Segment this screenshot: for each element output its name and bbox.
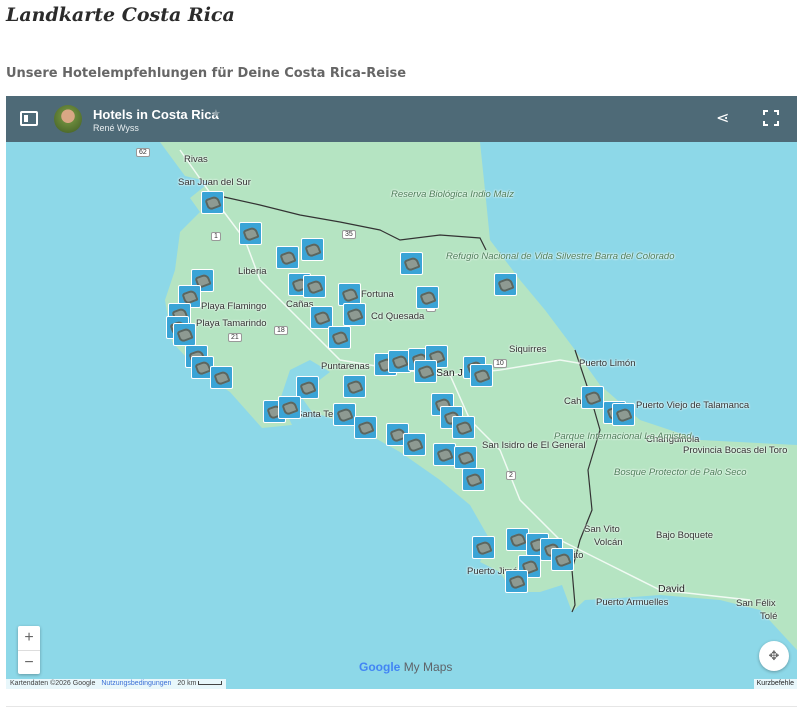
hotel-marker[interactable]: [505, 570, 528, 593]
park-label: Parque Internacional La Amistad: [554, 432, 691, 442]
hotel-marker[interactable]: [551, 548, 574, 571]
hotel-marker[interactable]: [301, 238, 324, 261]
hotel-marker[interactable]: [462, 468, 485, 491]
avatar[interactable]: [54, 105, 82, 133]
my-maps-logo-text: My Maps: [403, 660, 453, 674]
reserve-label: Reserva Biológica Indio Maíz: [391, 190, 514, 200]
park-label: Bosque Protector de Palo Seco: [614, 468, 747, 478]
place-label: Puerto Limón: [579, 358, 636, 369]
star-icon[interactable]: ★: [211, 107, 221, 120]
hotel-marker[interactable]: [452, 416, 475, 439]
hotel-marker[interactable]: [494, 273, 517, 296]
hotel-marker[interactable]: [416, 286, 439, 309]
embedded-map[interactable]: Hotels in Costa Rica ★ René Wyss ⋖ Rivas…: [6, 96, 797, 689]
hotel-marker[interactable]: [414, 360, 437, 383]
hotel-marker[interactable]: [239, 222, 262, 245]
hotel-marker[interactable]: [433, 443, 456, 466]
hotel-marker[interactable]: [210, 366, 233, 389]
hotel-marker[interactable]: [354, 416, 377, 439]
place-label: Cd Quesada: [371, 311, 425, 322]
place-label: San Juan del Sur: [178, 177, 251, 188]
place-label: Playa Flamingo: [201, 301, 267, 312]
map-author[interactable]: René Wyss: [93, 123, 139, 133]
hotel-marker[interactable]: [472, 536, 495, 559]
hotel-marker[interactable]: [454, 446, 477, 469]
scale-label: 20 km: [177, 680, 197, 687]
road-shield: 2: [506, 471, 516, 480]
hotel-marker[interactable]: [328, 326, 351, 349]
section-subtitle: Unsere Hotelempfehlungen für Deine Costa…: [6, 66, 407, 81]
scale-bar: [198, 681, 223, 685]
road-shield: 21: [228, 333, 242, 342]
place-label: Puntarenas: [321, 361, 370, 372]
place-label: San Vito: [584, 524, 620, 535]
zoom-control: + −: [18, 626, 40, 674]
place-label: Puerto Viejo de Talamanca: [636, 400, 750, 411]
google-logo-text: Google: [359, 660, 401, 674]
place-label: Volcán: [594, 537, 623, 548]
place-label: Liberia: [238, 266, 267, 277]
hotel-marker[interactable]: [470, 364, 493, 387]
map-header: Hotels in Costa Rica ★ René Wyss ⋖: [6, 96, 797, 142]
place-label: Provincia Bocas del Toro: [683, 445, 788, 456]
road-shield: 1: [211, 232, 221, 241]
place-label: Fortuna: [361, 289, 394, 300]
hotel-marker[interactable]: [278, 396, 301, 419]
reserve-label: Refugio Nacional de Vida Silvestre Barra…: [446, 251, 675, 262]
zoom-in-button[interactable]: +: [18, 626, 40, 650]
place-label: Bajo Boquete: [656, 530, 714, 541]
recenter-button[interactable]: ✥: [759, 641, 789, 671]
hotel-marker[interactable]: [403, 433, 426, 456]
shortcuts-button[interactable]: Kurzbefehle: [753, 679, 797, 689]
hotel-marker[interactable]: [400, 252, 423, 275]
place-label: Tolé: [760, 611, 778, 622]
hotel-marker[interactable]: [303, 275, 326, 298]
fullscreen-icon[interactable]: [763, 110, 779, 126]
map-data-attribution: Kartendaten ©2026 Google: [10, 680, 96, 687]
place-label: San Félix: [736, 598, 776, 609]
sidebar-toggle-icon[interactable]: [20, 111, 38, 126]
hotel-marker[interactable]: [333, 403, 356, 426]
road-shield: 18: [274, 326, 288, 335]
hotel-marker[interactable]: [173, 323, 196, 346]
place-label: Puerto Armuelles: [596, 597, 669, 608]
hotel-marker[interactable]: [201, 191, 224, 214]
hotel-marker[interactable]: [581, 386, 604, 409]
land-shapes: [160, 142, 797, 650]
hotel-marker[interactable]: [612, 403, 635, 426]
road-shield: 10: [493, 359, 507, 368]
share-icon[interactable]: ⋖: [716, 108, 729, 128]
place-label: Rivas: [184, 154, 208, 165]
place-label: David: [658, 583, 685, 595]
page-title: Landkarte Costa Rica: [6, 4, 235, 26]
road-shield: 62: [136, 148, 150, 157]
place-label: Siquirres: [509, 344, 547, 355]
hotel-marker[interactable]: [343, 303, 366, 326]
zoom-out-button[interactable]: −: [18, 650, 40, 674]
road-shield: 35: [342, 230, 356, 239]
divider: [6, 706, 797, 707]
map-title[interactable]: Hotels in Costa Rica: [93, 107, 219, 122]
hotel-marker[interactable]: [343, 375, 366, 398]
hotel-marker[interactable]: [276, 246, 299, 269]
place-label: Playa Tamarindo: [196, 318, 267, 329]
terms-link[interactable]: Nutzungsbedingungen: [101, 680, 171, 687]
google-my-maps-logo: Google My Maps: [359, 660, 452, 674]
attribution-bar: Kartendaten ©2026 Google Nutzungsbedingun…: [6, 679, 227, 689]
place-label: San Isidro de El General: [482, 440, 586, 451]
